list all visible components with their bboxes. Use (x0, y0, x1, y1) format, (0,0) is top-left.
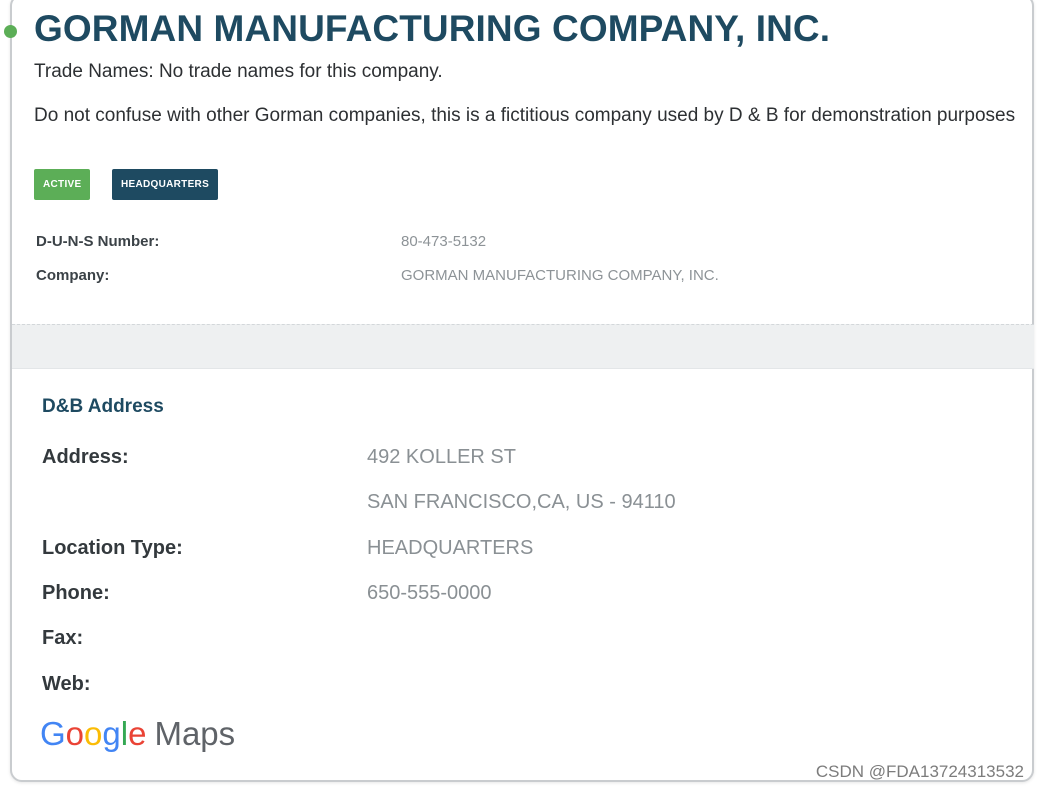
phone-value[interactable]: 650-555-0000 (367, 582, 492, 605)
active-badge: ACTIVE (34, 169, 91, 200)
status-dot-icon (4, 25, 17, 38)
web-label: Web: (42, 673, 91, 695)
address-line-1: 492 KOLLER ST (367, 446, 516, 468)
google-logo-letter: G (40, 715, 66, 752)
page: GORMAN MANUFACTURING COMPANY, INC. Trade… (0, 0, 1038, 789)
duns-value: 80-473-5132 (401, 233, 487, 250)
company-title: GORMAN MANUFACTURING COMPANY, INC. (34, 8, 831, 49)
google-logo-letter: l (120, 715, 129, 752)
headquarters-badge: HEADQUARTERS (112, 169, 219, 200)
google-logo-letter: o (84, 715, 103, 752)
google-logo-letter: e (128, 715, 147, 752)
duns-label: D-U-N-S Number: (36, 233, 160, 250)
phone-label: Phone: (42, 582, 110, 604)
company-disclaimer: Do not confuse with other Gorman compani… (34, 105, 1016, 126)
address-line-2: SAN FRANCISCO,CA, US - 94110 (367, 491, 676, 513)
google-logo-letter: o (65, 715, 85, 752)
dnb-address-heading: D&B Address (42, 396, 164, 417)
watermark: CSDN @FDA13724313532 (815, 762, 1024, 781)
location-type-value: HEADQUARTERS (367, 537, 534, 559)
fax-label: Fax: (42, 627, 84, 649)
google-logo-letter: g (102, 715, 121, 752)
trade-names: Trade Names: No trade names for this com… (34, 61, 443, 82)
section-divider-band (12, 324, 1034, 369)
maps-label: Maps (154, 715, 236, 752)
company-value: GORMAN MANUFACTURING COMPANY, INC. (401, 267, 719, 284)
location-type-label: Location Type: (42, 537, 183, 559)
address-label: Address: (42, 446, 129, 468)
company-label: Company: (36, 267, 110, 284)
google-maps-link[interactable]: Google Maps (40, 715, 235, 753)
